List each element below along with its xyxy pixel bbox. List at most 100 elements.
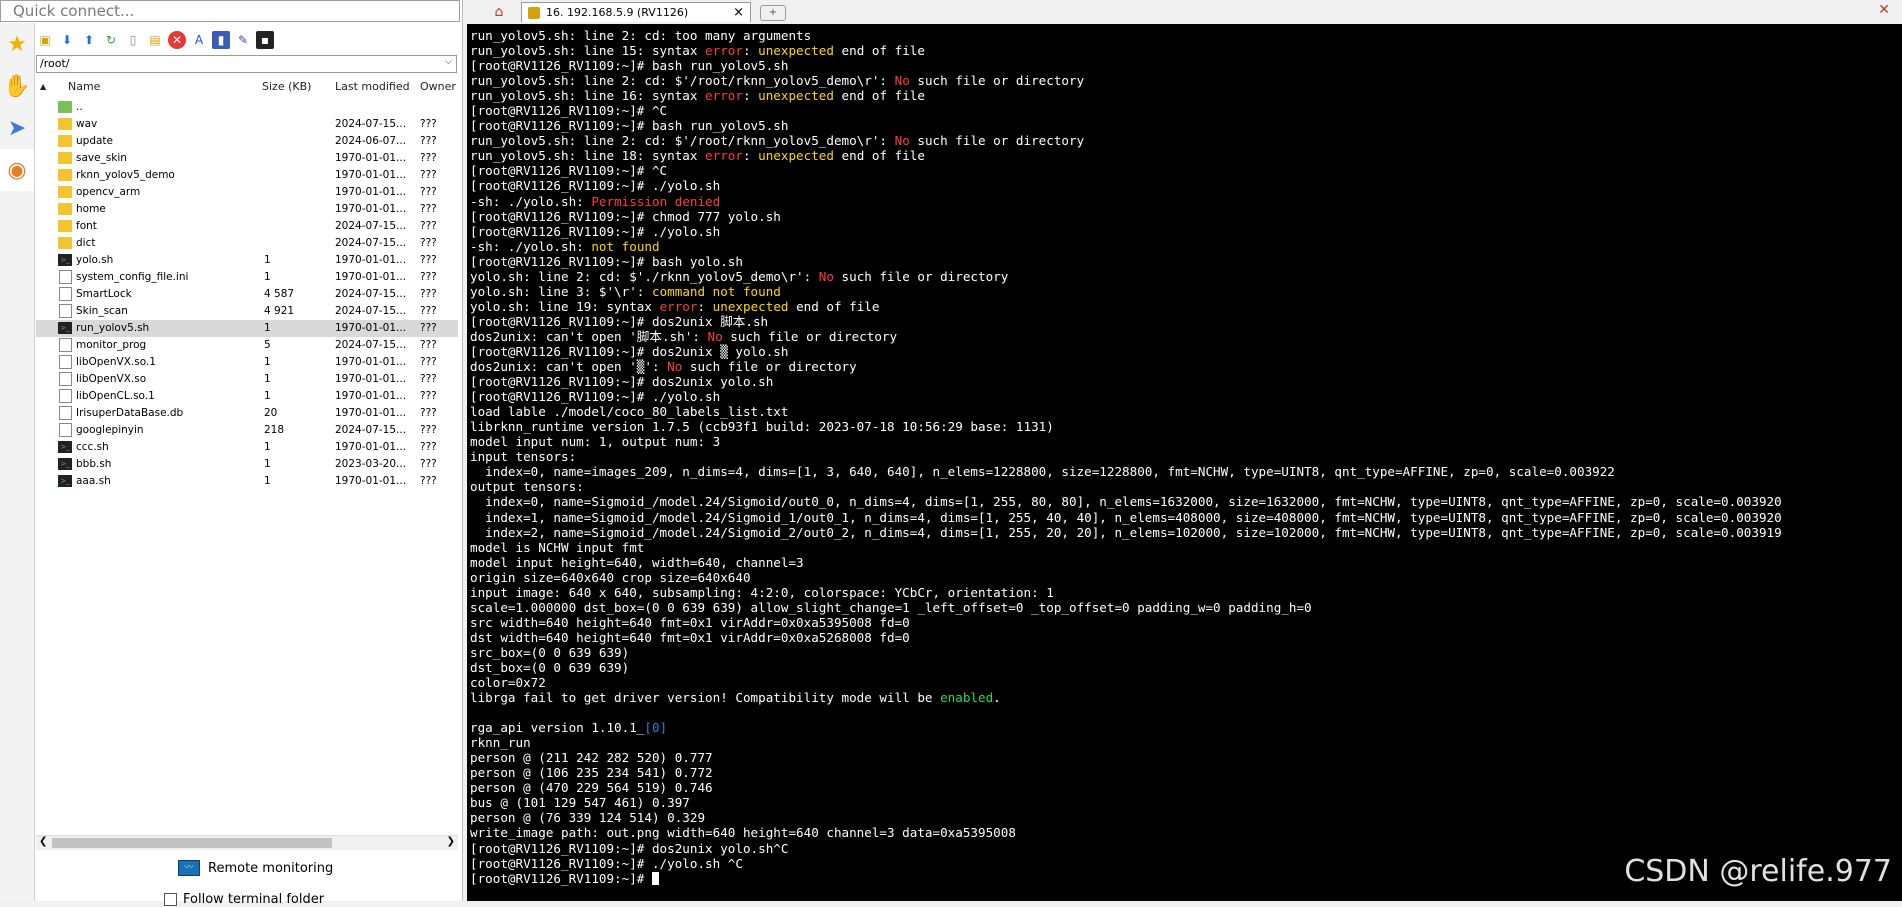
home-tab-icon[interactable]: ⌂	[482, 2, 516, 22]
file-row[interactable]: Skin_scan 4 921 2024-07-15...???	[36, 303, 458, 320]
file-row[interactable]: libOpenVX.so 1 1970-01-01...???	[36, 371, 458, 388]
file-row[interactable]: >_ ccc.sh 1 1970-01-01...???	[36, 439, 458, 456]
terminal-line: yolo.sh: line 19: syntax error: unexpect…	[470, 298, 880, 314]
scroll-left-icon[interactable]: ❮	[39, 836, 47, 847]
properties-icon[interactable]: ✎	[234, 31, 252, 49]
terminal[interactable]: run_yolov5.sh: line 2: cd: too many argu…	[467, 24, 1902, 901]
tab-bar: ⌂ 16. 192.168.5.9 (RV1126) × + ✕	[468, 0, 1902, 23]
file-owner: ???	[420, 135, 437, 147]
sftp-icon[interactable]: ◉	[0, 149, 34, 191]
close-icon[interactable]: ✕	[1878, 2, 1890, 18]
file-name: system_config_file.ini	[76, 271, 189, 283]
new-tab-icon[interactable]: +	[760, 5, 786, 21]
close-tab-icon[interactable]: ×	[733, 5, 744, 20]
file-modified: 1970-01-01...	[335, 373, 407, 385]
file-row[interactable]: opencv_arm 1970-01-01...???	[36, 184, 458, 201]
file-owner: ???	[420, 441, 437, 453]
parent-folder-icon	[58, 101, 72, 113]
file-icon	[59, 423, 72, 437]
file-owner: ???	[420, 203, 437, 215]
terminal-line: dos2unix: can't open '脚本.sh': No such fi…	[470, 328, 898, 344]
scroll-right-icon[interactable]: ❯	[447, 836, 455, 847]
file-row[interactable]: SmartLock 4 587 2024-07-15...???	[36, 286, 458, 303]
folder-icon	[58, 220, 72, 232]
file-row[interactable]: >_ yolo.sh 1 1970-01-01...???	[36, 252, 458, 269]
scrollbar-thumb[interactable]	[52, 838, 332, 848]
file-row[interactable]: libOpenVX.so.1 1 1970-01-01...???	[36, 354, 458, 371]
macro-icon[interactable]: ✋	[0, 65, 34, 107]
path-field[interactable]: /root/ ⌵	[36, 55, 457, 73]
watermark: CSDN @relife.977	[1624, 854, 1892, 889]
file-row[interactable]: >_ run_yolov5.sh 1 1970-01-01...???	[36, 320, 458, 337]
file-row[interactable]: home 1970-01-01...???	[36, 201, 458, 218]
file-row[interactable]: update 2024-06-07...???	[36, 133, 458, 150]
horizontal-scrollbar[interactable]: ❮ ❯	[36, 835, 458, 850]
terminal-line: src_box=(0 0 639 639)	[470, 644, 630, 660]
column-modified[interactable]: Last modified	[335, 80, 410, 93]
file-modified: 2023-03-20...	[335, 458, 407, 470]
send-icon[interactable]: ➤	[0, 107, 34, 149]
open-folder-icon[interactable]: ▤	[146, 31, 164, 49]
file-size: 20	[264, 407, 278, 419]
file-row[interactable]: libOpenCL.so.1 1 1970-01-01...???	[36, 388, 458, 405]
chevron-down-icon[interactable]: ⌵	[445, 57, 452, 67]
file-row[interactable]: font 2024-07-15...???	[36, 218, 458, 235]
file-row[interactable]: >_ aaa.sh 1 1970-01-01...???	[36, 473, 458, 490]
terminal-icon[interactable]: ▪	[256, 31, 274, 49]
follow-terminal-checkbox[interactable]: Follow terminal folder	[164, 892, 324, 907]
delete-icon[interactable]: ✕	[168, 31, 186, 49]
quick-connect-input[interactable]: Quick connect...	[0, 0, 460, 22]
file-row[interactable]: monitor_prog 5 2024-07-15...???	[36, 337, 458, 354]
column-owner[interactable]: Owner	[420, 80, 456, 93]
column-name[interactable]: Name	[68, 80, 100, 93]
refresh-icon[interactable]: ↻	[102, 31, 120, 49]
file-modified: 1970-01-01...	[335, 152, 407, 164]
terminal-line: bus @ (101 129 547 461) 0.397	[470, 795, 690, 811]
tab-session[interactable]: 16. 192.168.5.9 (RV1126) ×	[521, 2, 751, 22]
folder-icon	[58, 186, 72, 198]
select-all-icon[interactable]: ▮	[212, 31, 230, 49]
terminal-line: [root@RV1126_RV1109:~]# bash run_yolov5.…	[470, 118, 789, 134]
file-icon	[59, 372, 72, 386]
terminal-line: rga_api version 1.10.1_[0]	[470, 720, 668, 736]
file-modified: 1970-01-01...	[335, 407, 407, 419]
new-folder-icon[interactable]: ▣	[36, 31, 54, 49]
file-owner: ???	[420, 322, 437, 334]
file-row[interactable]: wav 2024-07-15...???	[36, 116, 458, 133]
file-name: yolo.sh	[76, 254, 114, 266]
terminal-line: [root@RV1126_RV1109:~]# bash yolo.sh	[470, 253, 743, 269]
file-name: opencv_arm	[76, 186, 141, 198]
file-row[interactable]: dict 2024-07-15...???	[36, 235, 458, 252]
file-list: .. wav 2024-07-15...??? update 2024-06-07...…	[36, 99, 458, 490]
file-row[interactable]: >_ bbb.sh 1 2023-03-20...???	[36, 456, 458, 473]
star-icon[interactable]: ★	[0, 23, 34, 65]
file-row[interactable]: save_skin 1970-01-01...???	[36, 150, 458, 167]
file-name: rknn_yolov5_demo	[76, 169, 175, 181]
file-row[interactable]: system_config_file.ini 1 1970-01-01...???	[36, 269, 458, 286]
file-icon	[59, 338, 72, 352]
terminal-line: index=0, name=Sigmoid_/model.24/Sigmoid/…	[470, 494, 1782, 510]
file-size: 1	[264, 254, 271, 266]
remote-monitoring-label: Remote monitoring	[208, 860, 334, 876]
file-modified: 1970-01-01...	[335, 475, 407, 487]
checkbox-icon[interactable]	[164, 893, 177, 906]
upload-icon[interactable]: ⬆	[80, 31, 98, 49]
file-owner: ???	[420, 288, 437, 300]
terminal-line: [root@RV1126_RV1109:~]# ./yolo.sh	[470, 223, 721, 239]
file-icon	[59, 287, 72, 301]
file-name: monitor_prog	[76, 339, 147, 351]
remote-monitoring-button[interactable]: 〰 Remote monitoring	[178, 860, 333, 876]
file-row[interactable]: IrisuperDataBase.db 20 1970-01-01...???	[36, 405, 458, 422]
new-file-icon[interactable]: ▯	[124, 31, 142, 49]
rename-icon[interactable]: A	[190, 31, 208, 49]
file-name: ..	[76, 101, 83, 113]
file-row[interactable]: googlepinyin 218 2024-07-15...???	[36, 422, 458, 439]
file-row[interactable]: ..	[36, 99, 458, 116]
column-size[interactable]: Size (KB)	[262, 80, 311, 93]
download-icon[interactable]: ⬇	[58, 31, 76, 49]
sort-arrow-icon: ▲	[40, 82, 47, 91]
file-row[interactable]: rknn_yolov5_demo 1970-01-01...???	[36, 167, 458, 184]
terminal-line: -sh: ./yolo.sh: not found	[470, 238, 660, 254]
sftp-toolbar: ▣ ⬇ ⬆ ↻ ▯ ▤ ✕ A ▮ ✎ ▪	[36, 26, 274, 54]
